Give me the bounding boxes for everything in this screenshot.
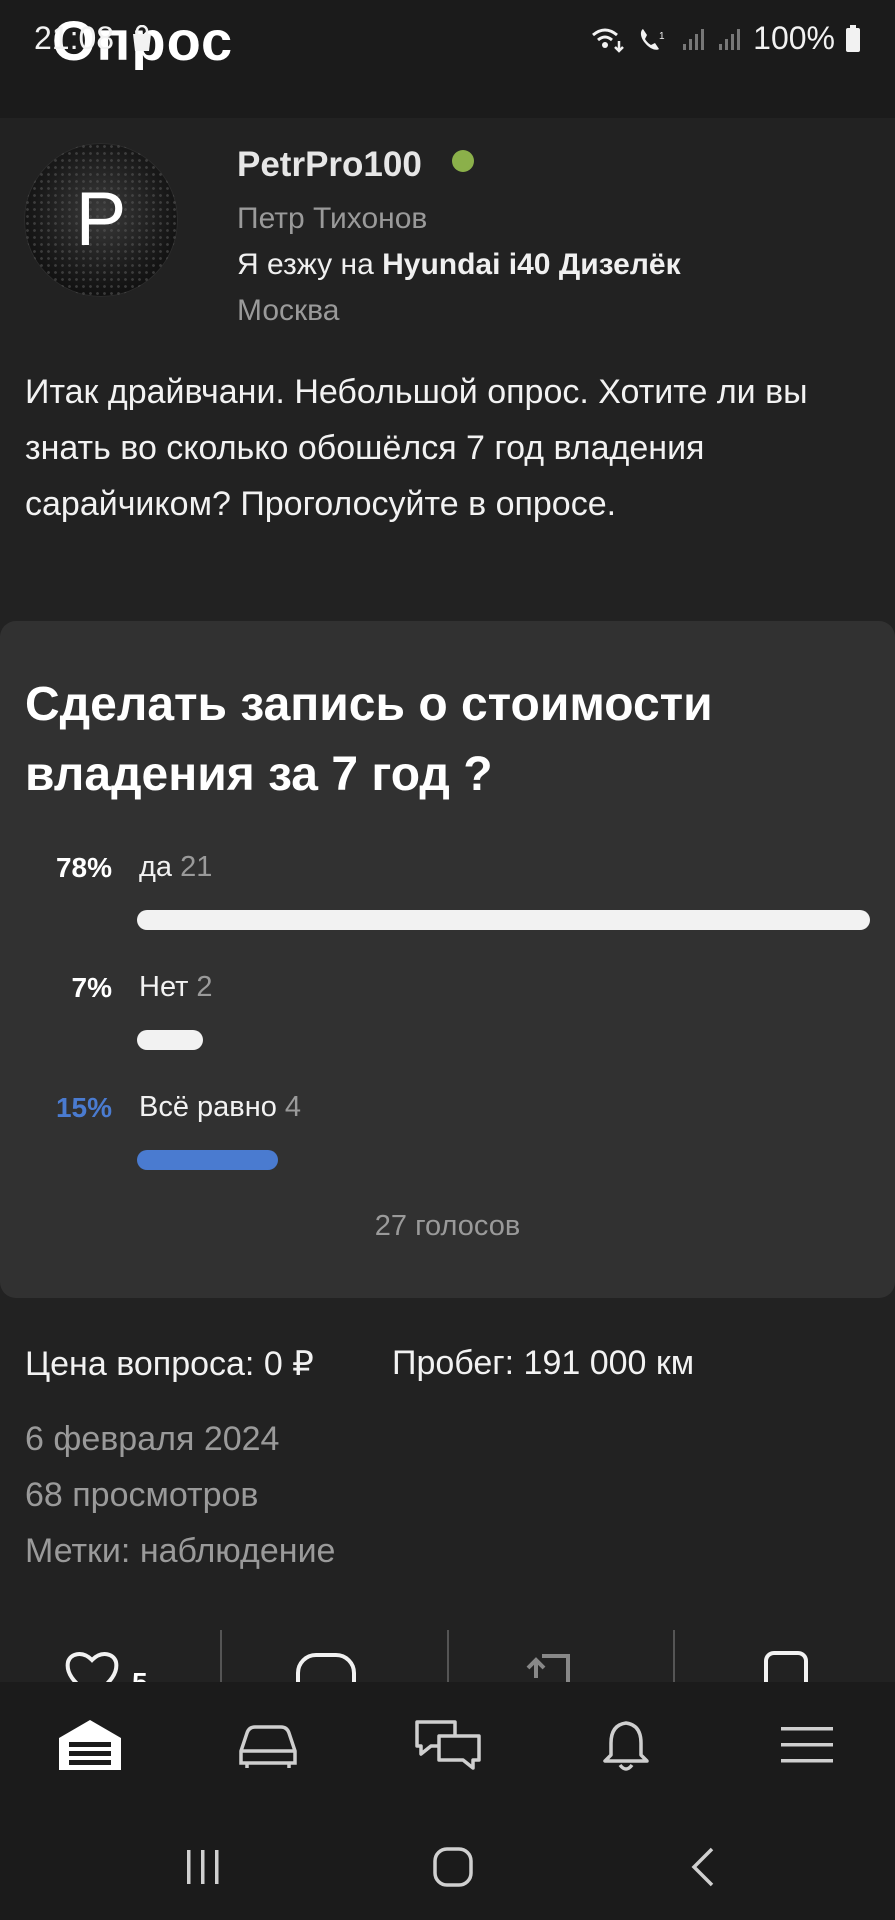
option-bar-selected [137,1150,278,1170]
poll-option[interactable]: 7% Нет 2 [22,968,872,1068]
avatar[interactable]: P [24,143,178,297]
repost-button[interactable] [522,1648,582,1682]
poll-option[interactable]: 15% Всё равно 4 [22,1088,872,1188]
bookmark-icon [764,1651,808,1682]
home-icon [433,1847,473,1887]
nav-garage[interactable] [50,1710,130,1780]
nav-cars[interactable] [228,1710,308,1780]
status-icons: 1 100% [591,20,861,57]
shopping-bag-icon [132,24,151,51]
option-label: Нет [139,971,189,1003]
status-time: 21:08 [34,20,155,57]
poll-title: Сделать запись о стоимости владения за 7… [25,678,713,801]
option-label: Всё равно [139,1091,277,1123]
recent-apps-icon [187,1850,219,1884]
option-count: 21 [180,851,213,883]
option-percent: 7% [71,972,112,1003]
bell-icon [603,1721,649,1771]
post-text: Итак драйвчани. Небольшой опрос. Хотите … [25,373,808,523]
post-date: 6 февраля 2024 [25,1420,280,1458]
recent-apps-button[interactable] [168,1842,238,1892]
price: Цена вопроса: 0 ₽ [25,1345,314,1383]
bottom-navigation [0,1682,895,1812]
author-car-link[interactable]: Hyundai i40 Дизелёк [382,248,681,281]
system-navigation [0,1812,895,1920]
option-bar [137,1030,203,1050]
like-button[interactable]: 5 [62,1648,148,1682]
author-nickname[interactable]: PetrPro100 [237,145,422,185]
home-button[interactable] [418,1842,488,1892]
status-time-text: 21:08 [34,20,115,56]
back-icon [691,1847,714,1887]
battery-icon [846,24,860,52]
option-count: 2 [196,971,213,1003]
post-tags[interactable]: Метки: наблюдение [25,1532,335,1571]
divider [220,1630,222,1682]
author-name: Петр Тихонов [237,202,428,235]
option-label: да [139,851,173,883]
nav-messages[interactable] [408,1710,488,1780]
post-actions: 5 [0,1630,895,1682]
battery-percent: 100% [753,20,835,56]
likes-count: 5 [132,1667,148,1682]
volte-call-icon: 1 [641,28,665,50]
online-indicator [452,150,474,172]
heart-icon [65,1652,119,1682]
car-icon [239,1725,297,1768]
comment-button[interactable] [295,1652,357,1682]
back-button[interactable] [668,1842,738,1892]
option-count: 4 [284,1091,301,1123]
option-label-row: Всё равно 4 [139,1091,301,1124]
wifi-call-icon [592,28,625,53]
post-views: 68 просмотров [25,1476,259,1514]
poll-total-votes: 27 голосов [374,1210,521,1242]
garage-icon [59,1720,121,1770]
signal-2-icon [719,28,741,50]
option-label-row: Нет 2 [139,971,213,1004]
nav-menu[interactable] [767,1710,847,1780]
author-city: Москва [237,294,340,327]
menu-icon [781,1727,833,1763]
option-percent: 15% [55,1092,112,1123]
option-percent: 78% [55,852,112,883]
divider [673,1630,675,1682]
mileage: Пробег: 191 000 км [392,1344,695,1382]
author-car: Я езжу на Hyundai i40 Дизелёк [237,248,681,282]
author-car-prefix: Я езжу на [237,248,383,281]
bookmark-button[interactable] [762,1650,810,1682]
comment-icon [296,1653,356,1682]
svg-text:1: 1 [659,31,665,42]
poll-option[interactable]: 78% да 21 [22,848,872,948]
nav-notifications[interactable] [586,1710,666,1780]
option-bar [137,910,870,930]
signal-icon [683,28,705,50]
repost-icon [526,1654,570,1682]
divider [447,1630,449,1682]
avatar-letter: P [75,177,127,262]
messages-icon [415,1720,481,1770]
option-label-row: да 21 [139,851,212,884]
